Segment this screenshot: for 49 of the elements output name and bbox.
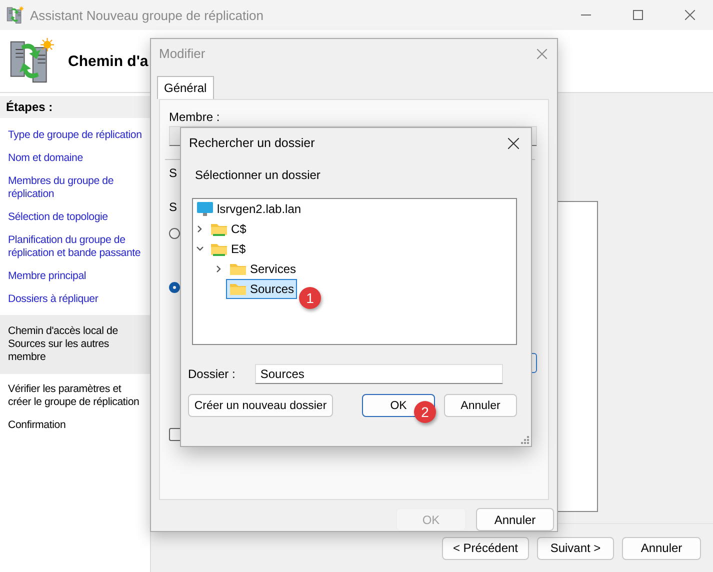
radio-button[interactable] — [169, 282, 180, 293]
wizard-step: Chemin d'accès local de Sources sur les autres membre — [0, 315, 150, 374]
tab[interactable]: Général — [157, 76, 214, 99]
wizard-step[interactable]: Sélection de topologie — [0, 206, 150, 229]
wizard-step[interactable]: Membres du groupe de réplication — [0, 170, 150, 206]
folder-icon — [229, 281, 247, 297]
wizard-step[interactable]: Planification du groupe de réplication et bande passante — [0, 229, 150, 265]
prompt-text: Sélectionner un dossier — [195, 168, 320, 182]
steps-heading: Étapes : — [0, 96, 150, 118]
field-label: Dossier : — [188, 367, 236, 381]
radio-button[interactable] — [169, 228, 180, 239]
chevron-icon[interactable] — [196, 225, 204, 233]
dialog-button[interactable]: Annuler — [444, 394, 517, 417]
resize-grip-icon[interactable] — [521, 436, 529, 444]
app-icon — [6, 6, 24, 24]
shared-folder-icon — [210, 241, 228, 257]
tree-item[interactable]: Sources — [226, 279, 298, 299]
chevron-icon[interactable] — [196, 245, 204, 253]
field-label: S — [169, 200, 178, 214]
dialog-button[interactable]: Créer un nouveau dossier — [188, 394, 333, 417]
wizard-step[interactable]: Nom et domaine — [0, 147, 150, 170]
close-icon[interactable] — [508, 138, 519, 148]
field-label: S — [169, 166, 178, 180]
close-icon[interactable] — [685, 10, 695, 20]
dialog-button[interactable]: Annuler — [476, 508, 554, 532]
chevron-icon[interactable] — [215, 265, 223, 273]
wizard-button[interactable]: < Précédent — [442, 536, 529, 560]
folder-icon — [229, 261, 247, 277]
page-title: Chemin d'a — [68, 52, 148, 70]
computer-icon — [196, 201, 214, 217]
replication-icon — [8, 38, 54, 84]
wizard-button[interactable]: Suivant > — [537, 536, 614, 560]
folder-field[interactable]: Sources — [255, 364, 504, 384]
wizard-step[interactable]: Type de groupe de réplication — [0, 124, 150, 147]
tree-item[interactable]: lsrvgen2.lab.lan — [193, 199, 304, 219]
wizard-step: Confirmation — [0, 414, 150, 437]
dialog-title: Modifier — [159, 46, 206, 62]
maximize-icon[interactable] — [633, 10, 643, 20]
field-label: Membre : — [169, 110, 220, 124]
wizard-button[interactable]: Annuler — [622, 536, 701, 560]
wizard-step[interactable]: Dossiers à répliquer — [0, 288, 150, 311]
tree-item[interactable]: C$ — [207, 219, 250, 239]
shared-folder-icon — [210, 221, 228, 237]
dialog-title: Rechercher un dossier — [189, 136, 316, 150]
tree-item[interactable]: Services — [226, 259, 300, 279]
wizard-step[interactable]: Membre principal — [0, 265, 150, 288]
wizard-step: Vérifier les paramètres et créer le groupe de réplication — [0, 378, 150, 414]
window-title: Assistant Nouveau groupe de réplication — [30, 8, 264, 22]
tree-item[interactable]: E$ — [207, 239, 249, 259]
